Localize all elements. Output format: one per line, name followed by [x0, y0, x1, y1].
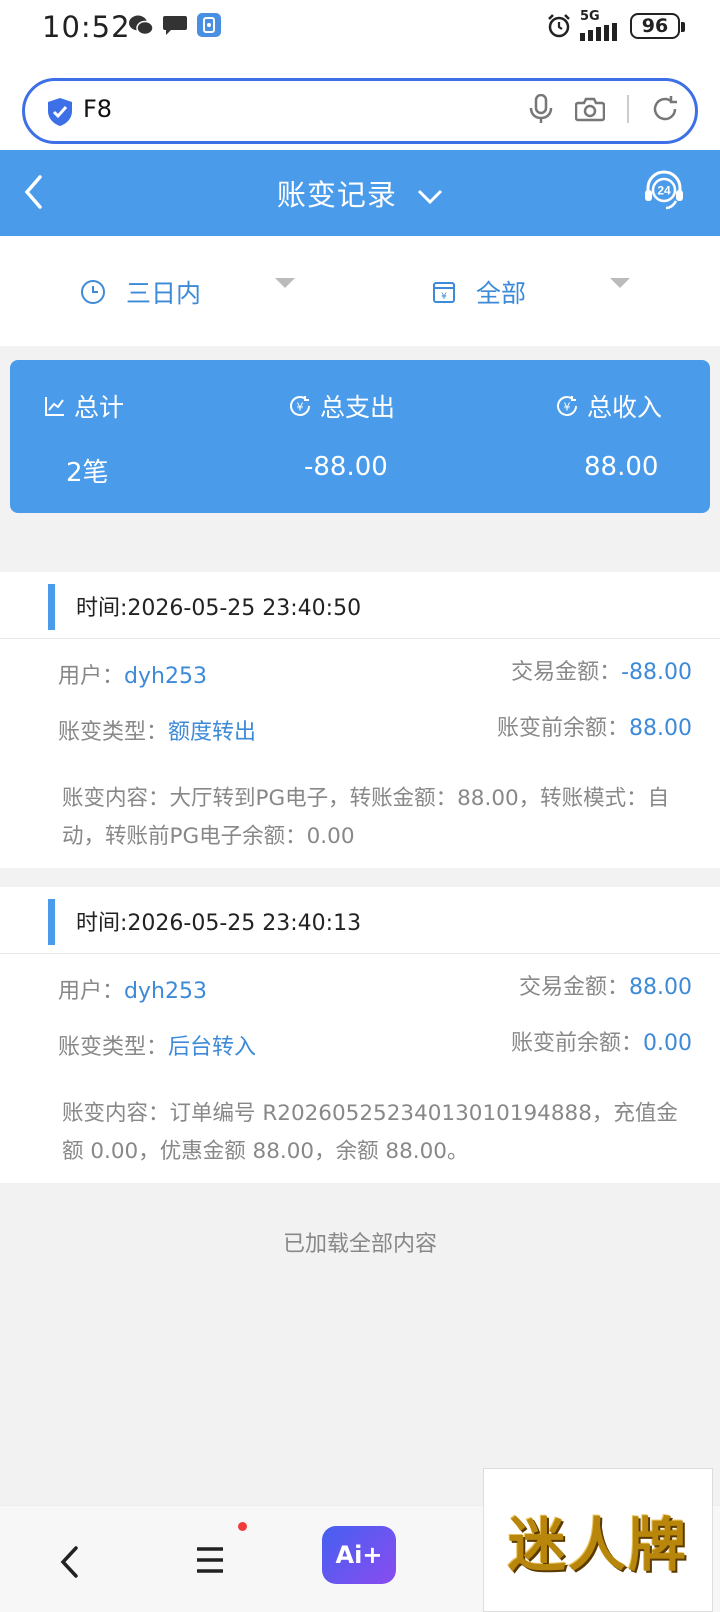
microphone-icon[interactable]: [529, 94, 553, 124]
record-content: 账变内容：大厅转到PG电子，转账金额：88.00，转账模式：自动，转账前PG电子…: [62, 786, 670, 849]
total-value: 2笔: [66, 458, 109, 488]
status-time: 10:52: [42, 10, 131, 44]
svg-text:¥: ¥: [441, 292, 447, 302]
record-type: 账变类型：后台转入: [58, 1029, 256, 1061]
record-balance: 账变前余额：88.00: [497, 710, 692, 742]
record-user: 用户：dyh253: [58, 658, 207, 690]
record-header: 时间:2026-05-25 23:40:13: [0, 887, 720, 954]
message-icon: [163, 16, 187, 35]
user-value: dyh253: [124, 979, 207, 1004]
amount-label: 交易金额：: [511, 660, 622, 685]
income-header: ¥ 总收入: [555, 388, 662, 424]
calendar-icon: ¥: [433, 282, 455, 303]
refresh-icon[interactable]: [651, 95, 679, 123]
type-label: 账变类型：: [58, 720, 169, 745]
record-card: 时间:2026-05-25 23:40:50 用户：dyh253 交易金额：-8…: [0, 572, 720, 868]
battery-indicator: 96: [630, 12, 685, 39]
expense-value: -88.00: [304, 452, 388, 482]
status-bar: 10:52 5G 96: [0, 0, 720, 58]
summary-card: 总计 2笔 ¥ 总支出 -88.00 ¥ 总收入 88.00: [10, 360, 710, 513]
filter-bar: 三日内 ¥ 全部: [0, 236, 720, 346]
back-icon[interactable]: [56, 1542, 84, 1582]
url-text[interactable]: F8: [83, 95, 112, 123]
amount-value: 88.00: [629, 975, 692, 1000]
amount-label: 交易金额：: [519, 975, 630, 1000]
ad-banner[interactable]: 迷人牌: [483, 1468, 713, 1612]
status-right: 5G 96: [546, 9, 685, 41]
network-type: 5G: [580, 9, 600, 24]
customer-service-24-icon[interactable]: 24: [642, 168, 686, 212]
camera-icon[interactable]: [575, 96, 605, 122]
clock-icon: [81, 280, 105, 304]
record-amount: 交易金额：-88.00: [511, 654, 692, 686]
record-user: 用户：dyh253: [58, 973, 207, 1005]
user-label: 用户：: [58, 664, 125, 689]
expense-header: ¥ 总支出: [288, 388, 395, 424]
chevron-down-icon: [418, 189, 443, 205]
all-loaded-text: 已加载全部内容: [282, 1232, 437, 1257]
expense-label: 总支出: [320, 393, 396, 422]
user-label: 用户：: [58, 979, 125, 1004]
category-filter-label: 全部: [476, 279, 527, 308]
accent-bar: [48, 584, 55, 630]
svg-text:¥: ¥: [564, 401, 571, 414]
balance-label: 账变前余额：: [511, 1031, 644, 1056]
record-balance: 账变前余额：0.00: [511, 1025, 692, 1057]
record-time: 时间:2026-05-25 23:40:50: [76, 596, 362, 621]
user-value: dyh253: [124, 664, 207, 689]
record-amount: 交易金额：88.00: [519, 969, 692, 1001]
total-label: 总计: [74, 393, 125, 422]
type-value: 后台转入: [168, 1035, 257, 1060]
period-filter[interactable]: 三日内: [80, 274, 201, 310]
wechat-icon: [129, 15, 154, 36]
chart-icon: [45, 397, 64, 416]
period-filter-label: 三日内: [126, 279, 202, 308]
income-label: 总收入: [587, 393, 663, 422]
app-notification-icon: [197, 13, 221, 37]
page-header: 账变记录 24: [0, 150, 720, 236]
notification-icons: [128, 12, 222, 38]
page-title: 账变记录: [276, 178, 397, 212]
record-time: 时间:2026-05-25 23:40:13: [76, 911, 362, 936]
url-bar[interactable]: F8: [22, 78, 698, 144]
balance-value: 0.00: [643, 1031, 692, 1056]
category-filter[interactable]: ¥ 全部: [432, 274, 526, 310]
divider: [627, 95, 629, 123]
balance-value: 88.00: [629, 716, 692, 741]
yuan-circle-icon: ¥: [557, 396, 577, 416]
amount-value: -88.00: [621, 660, 692, 685]
caret-down-icon: [275, 278, 295, 288]
accent-bar: [48, 899, 55, 945]
record-type: 账变类型：额度转出: [58, 714, 256, 746]
total-header: 总计: [44, 388, 124, 424]
svg-text:¥: ¥: [297, 401, 304, 414]
ad-logo-text: 迷人牌: [507, 1511, 688, 1579]
menu-icon[interactable]: [195, 1546, 225, 1574]
yuan-circle-icon: ¥: [290, 396, 310, 416]
record-header: 时间:2026-05-25 23:40:50: [0, 572, 720, 639]
shield-icon: [48, 98, 72, 126]
type-value: 额度转出: [168, 720, 257, 745]
balance-label: 账变前余额：: [497, 716, 630, 741]
ai-assistant-button[interactable]: Ai+: [322, 1526, 396, 1584]
browser-toolbar: F8: [0, 58, 720, 150]
caret-down-icon: [610, 278, 630, 288]
record-content: 账变内容：订单编号 R20260525234013010194888，充值金额 …: [62, 1101, 678, 1164]
svg-text:24: 24: [657, 184, 671, 198]
income-value: 88.00: [584, 452, 659, 482]
type-label: 账变类型：: [58, 1035, 169, 1060]
alarm-icon: [548, 13, 570, 37]
page-title-dropdown[interactable]: 账变记录: [0, 172, 720, 214]
signal-icon: [580, 23, 617, 41]
notification-dot: [238, 1522, 247, 1531]
record-card: 时间:2026-05-25 23:40:13 用户：dyh253 交易金额：88…: [0, 887, 720, 1183]
